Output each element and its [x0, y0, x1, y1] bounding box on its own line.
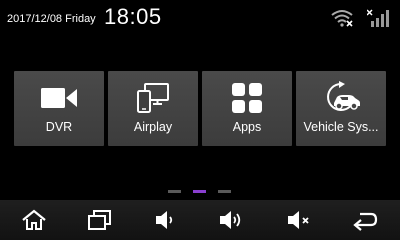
- vehicle-system-tile[interactable]: Vehicle Sys...: [296, 71, 386, 146]
- volume-down-icon: [156, 211, 173, 229]
- tile-icon-wrap: [14, 81, 104, 115]
- clock-time: 18:05: [104, 4, 162, 29]
- video-camera-icon: [41, 88, 77, 108]
- page-dot-active[interactable]: [193, 190, 206, 193]
- app-tiles: DVR Airplay Apps Vehicle Sys...: [14, 71, 386, 146]
- recent-apps-button[interactable]: [74, 200, 124, 240]
- volume-down-button[interactable]: [141, 200, 191, 240]
- page-dot[interactable]: [168, 190, 181, 193]
- screen-mirroring-icon: [137, 83, 169, 113]
- status-bar: 2017/12/08 Friday 18:05: [0, 0, 400, 34]
- tile-icon-wrap: [296, 81, 386, 115]
- home-icon: [22, 209, 46, 230]
- home-screen: 2017/12/08 Friday 18:05 DVR Airplay Apps…: [0, 0, 400, 240]
- date-text: 2017/12/08: [7, 13, 63, 25]
- wifi-disconnected-icon: [331, 10, 353, 27]
- airplay-label: Airplay: [133, 120, 173, 134]
- vehicle-settings-icon: [327, 81, 360, 111]
- apps-label: Apps: [232, 120, 262, 134]
- back-icon: [353, 212, 378, 231]
- app-grid-icon: [232, 83, 262, 113]
- home-button[interactable]: [9, 200, 59, 240]
- apps-tile[interactable]: Apps: [202, 71, 292, 146]
- tile-icon-wrap: [108, 81, 198, 115]
- dvr-tile[interactable]: DVR: [14, 71, 104, 146]
- volume-up-icon: [220, 211, 241, 229]
- back-button[interactable]: [340, 200, 390, 240]
- volume-up-button[interactable]: [206, 200, 256, 240]
- date-display: 2017/12/08 Friday: [7, 13, 96, 25]
- page-dot[interactable]: [218, 190, 231, 193]
- mute-icon: [288, 211, 309, 229]
- recent-apps-icon: [88, 210, 111, 230]
- airplay-tile[interactable]: Airplay: [108, 71, 198, 146]
- cellular-signal-no-service-icon: [367, 9, 389, 27]
- weekday-text: Friday: [65, 13, 96, 25]
- vehicle-system-label: Vehicle Sys...: [303, 120, 379, 134]
- tile-icon-wrap: [202, 81, 292, 115]
- dvr-label: DVR: [45, 120, 73, 134]
- navigation-bar: [0, 200, 400, 240]
- mute-button[interactable]: [274, 200, 324, 240]
